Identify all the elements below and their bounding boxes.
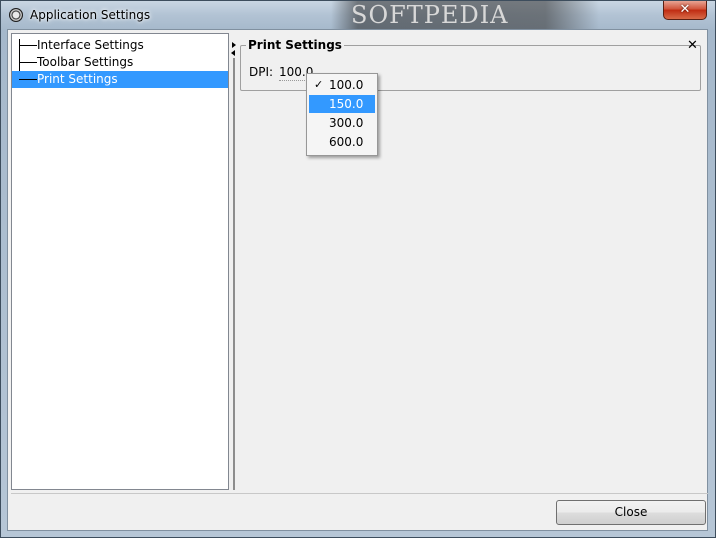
app-icon[interactable] (9, 8, 23, 22)
tree-item-interface-settings[interactable]: Interface Settings (12, 37, 228, 54)
dpi-option-300[interactable]: 300.0 (309, 114, 375, 132)
dpi-option-150[interactable]: 150.0 (309, 95, 375, 113)
window-title: Application Settings (30, 8, 151, 22)
title-bar[interactable]: Application Settings SOFTPEDIA (1, 1, 715, 31)
tree-branch (19, 45, 37, 46)
tree-branch (19, 79, 37, 80)
option-label: 150.0 (329, 97, 364, 111)
tree-item-label: Print Settings (37, 72, 118, 86)
check-icon: ✓ (314, 78, 324, 91)
option-label: 600.0 (329, 135, 364, 149)
tree-item-toolbar-settings[interactable]: Toolbar Settings (12, 54, 228, 71)
settings-tree[interactable]: Interface Settings Toolbar Settings Prin… (11, 33, 229, 490)
dpi-dropdown-list[interactable]: ✓ 100.0 150.0 300.0 600.0 (306, 73, 378, 156)
tree-item-label: Toolbar Settings (37, 55, 134, 69)
dpi-option-100[interactable]: ✓ 100.0 (309, 76, 375, 94)
panel-close-icon[interactable]: ✕ (687, 38, 698, 53)
tree-item-label: Interface Settings (37, 38, 144, 52)
option-label: 300.0 (329, 116, 364, 130)
option-label: 100.0 (329, 78, 364, 92)
footer-separator (11, 493, 708, 494)
tree-item-print-settings[interactable]: Print Settings (12, 71, 228, 88)
tree-branch (19, 62, 37, 63)
splitter-bar[interactable] (233, 58, 235, 490)
dpi-option-600[interactable]: 600.0 (309, 133, 375, 151)
splitter-collapse-icon[interactable] (231, 50, 235, 56)
window-close-button[interactable]: ✕ (663, 1, 707, 20)
close-button[interactable]: Close (556, 500, 706, 525)
dpi-label: DPI: (249, 65, 274, 79)
panel-title: Print Settings (246, 38, 344, 52)
softpedia-watermark: SOFTPEDIA (331, 1, 599, 29)
splitter-expand-icon[interactable] (232, 42, 236, 48)
